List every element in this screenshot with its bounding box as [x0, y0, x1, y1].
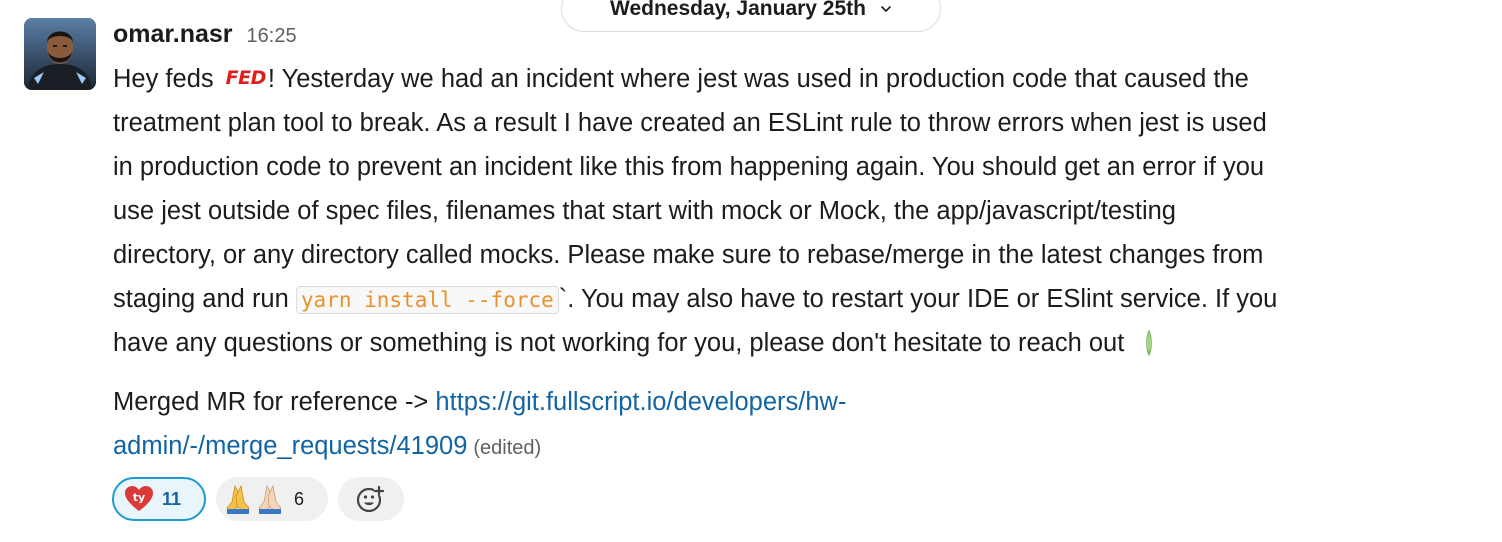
add-reaction-icon	[356, 485, 385, 513]
message-timestamp[interactable]: 16:25	[247, 25, 297, 48]
reaction-praying-hands[interactable]: 6	[216, 477, 328, 521]
reactions-bar: ty 11 6	[112, 477, 404, 521]
message-text: ! Yesterday we had an incident where jes…	[267, 65, 1249, 93]
inline-code: yarn install --force	[295, 286, 559, 314]
add-reaction-button[interactable]	[338, 477, 404, 521]
date-divider-button[interactable]: Wednesday, January 25th	[561, 0, 941, 32]
reaction-count: 6	[294, 488, 305, 509]
heart-ty-icon: ty	[125, 486, 153, 511]
message-line: directory, or any directory called mocks…	[113, 241, 1264, 269]
fed-emoji-icon: FED	[225, 67, 267, 89]
reference-paragraph: Merged MR for reference -> https://git.f…	[113, 380, 846, 470]
chevron-down-icon	[881, 6, 891, 12]
message-text: Hey feds	[113, 65, 214, 93]
message-line: in production code to prevent an inciden…	[113, 153, 1265, 181]
avatar[interactable]	[24, 18, 96, 90]
reference-label: Merged MR for reference ->	[113, 388, 429, 416]
message-body: Hey feds FED! Yesterday we had an inciden…	[113, 57, 1483, 365]
edited-label: (edited)	[473, 437, 542, 459]
avatar-image	[24, 18, 96, 90]
message-text: `. You may also have to restart your IDE…	[558, 285, 1278, 313]
date-divider-label: Wednesday, January 25th	[610, 0, 866, 20]
message-view: Wednesday, January 25th omar.nasr 16:25 …	[0, 0, 1502, 542]
reaction-count: 11	[162, 488, 182, 509]
message-text: staging and run	[113, 285, 289, 313]
merge-request-link[interactable]: https://git.fullscript.io/developers/hw-	[435, 388, 846, 416]
reference-line-2: admin/-/merge_requests/41909 (edited)	[113, 424, 846, 470]
message-header: omar.nasr 16:25	[113, 20, 297, 49]
praying-hands-icon	[226, 484, 282, 514]
message-line: have any questions or something is not w…	[113, 321, 1483, 365]
reaction-heart-ty[interactable]: ty 11	[112, 477, 206, 521]
reference-line-1: Merged MR for reference -> https://git.f…	[113, 380, 846, 424]
sprout-icon	[1146, 329, 1153, 357]
message-line: staging and run yarn install --force `. Y…	[113, 277, 1483, 321]
message-line: treatment plan tool to break. As a resul…	[113, 109, 1267, 137]
svg-text:ty: ty	[133, 491, 145, 504]
message-text: have any questions or something is not w…	[113, 329, 1125, 357]
message-line: use jest outside of spec files, filename…	[113, 197, 1176, 225]
author-name[interactable]: omar.nasr	[113, 20, 233, 49]
merge-request-link-continued[interactable]: admin/-/merge_requests/41909	[113, 432, 467, 460]
message-line: Hey feds FED! Yesterday we had an inciden…	[113, 57, 1483, 101]
